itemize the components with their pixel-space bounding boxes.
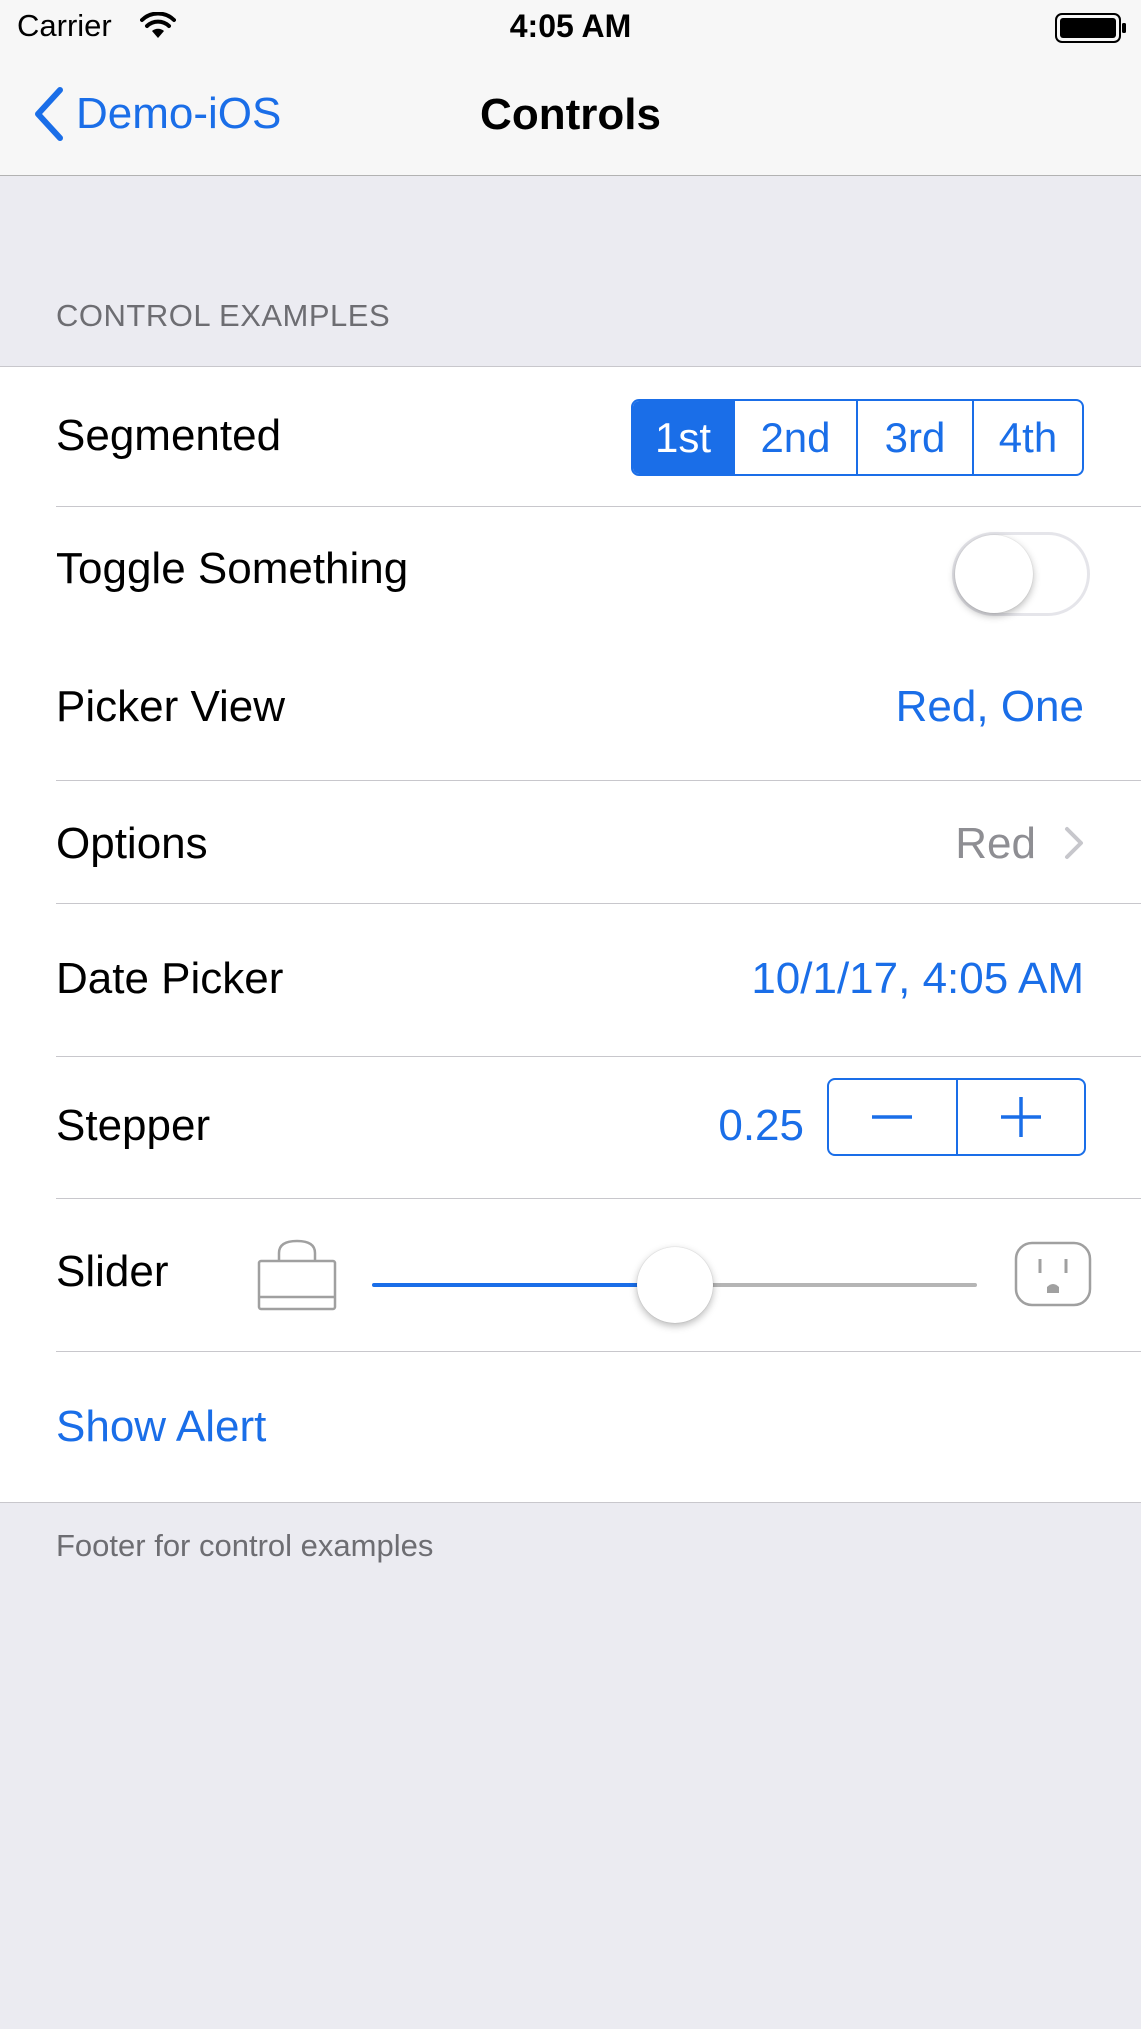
segment-1st[interactable]: 1st <box>633 401 735 474</box>
slider-min-track <box>372 1283 675 1287</box>
toggle-label: Toggle Something <box>56 544 409 593</box>
slider-thumb[interactable] <box>636 1247 713 1323</box>
segmented-control: 1st 2nd 3rd 4th <box>631 399 1084 476</box>
slider-max-track <box>674 1283 977 1287</box>
status-bar: Carrier 4:05 AM <box>0 0 1141 56</box>
show-alert-button[interactable]: Show Alert <box>56 1402 266 1452</box>
battery-icon <box>1055 13 1127 48</box>
options-row[interactable]: Options Red <box>0 781 1141 903</box>
stepper-increment-button[interactable] <box>958 1080 1085 1154</box>
picker-view-value: Red, One <box>895 682 1084 731</box>
toggle-knob <box>955 535 1033 613</box>
stepper-control <box>827 1078 1086 1156</box>
stepper-value: 0.25 <box>718 1101 804 1150</box>
slider-label: Slider <box>56 1247 169 1296</box>
toggle-row: Toggle Something <box>0 507 1141 642</box>
segment-3rd[interactable]: 3rd <box>858 401 974 474</box>
section-footer: Footer for control examples <box>56 1528 434 1563</box>
date-picker-row[interactable]: Date Picker 10/1/17, 4:05 AM <box>0 904 1141 1056</box>
section-header: CONTROL EXAMPLES <box>56 298 391 333</box>
show-alert-row[interactable]: Show Alert <box>0 1352 1141 1502</box>
date-picker-label: Date Picker <box>56 954 284 1003</box>
plus-icon <box>1000 1097 1041 1137</box>
minus-icon <box>872 1115 913 1119</box>
segmented-row: Segmented 1st 2nd 3rd 4th <box>0 367 1141 506</box>
controls-table: Segmented 1st 2nd 3rd 4th Toggle Somethi… <box>0 366 1141 1503</box>
outlet-icon <box>1014 1241 1092 1312</box>
slider-row: Slider <box>0 1199 1141 1351</box>
options-label: Options <box>56 819 208 868</box>
picker-view-label: Picker View <box>56 682 286 731</box>
stepper-decrement-button[interactable] <box>829 1080 958 1154</box>
segmented-label: Segmented <box>56 411 282 460</box>
segment-2nd[interactable]: 2nd <box>735 401 858 474</box>
stepper-row: Stepper 0.25 <box>0 1057 1141 1198</box>
options-value: Red <box>955 819 1036 868</box>
bag-icon <box>257 1239 337 1318</box>
picker-view-row[interactable]: Picker View Red, One <box>0 642 1141 780</box>
page-title: Controls <box>480 90 661 139</box>
segment-4th[interactable]: 4th <box>974 401 1082 474</box>
chevron-right-icon <box>1063 825 1085 866</box>
toggle-switch[interactable] <box>952 532 1090 616</box>
status-time: 4:05 AM <box>509 8 632 44</box>
navigation-bar: Demo-iOS Controls <box>0 56 1141 176</box>
stepper-label: Stepper <box>56 1101 211 1150</box>
date-picker-value: 10/1/17, 4:05 AM <box>751 954 1084 1003</box>
